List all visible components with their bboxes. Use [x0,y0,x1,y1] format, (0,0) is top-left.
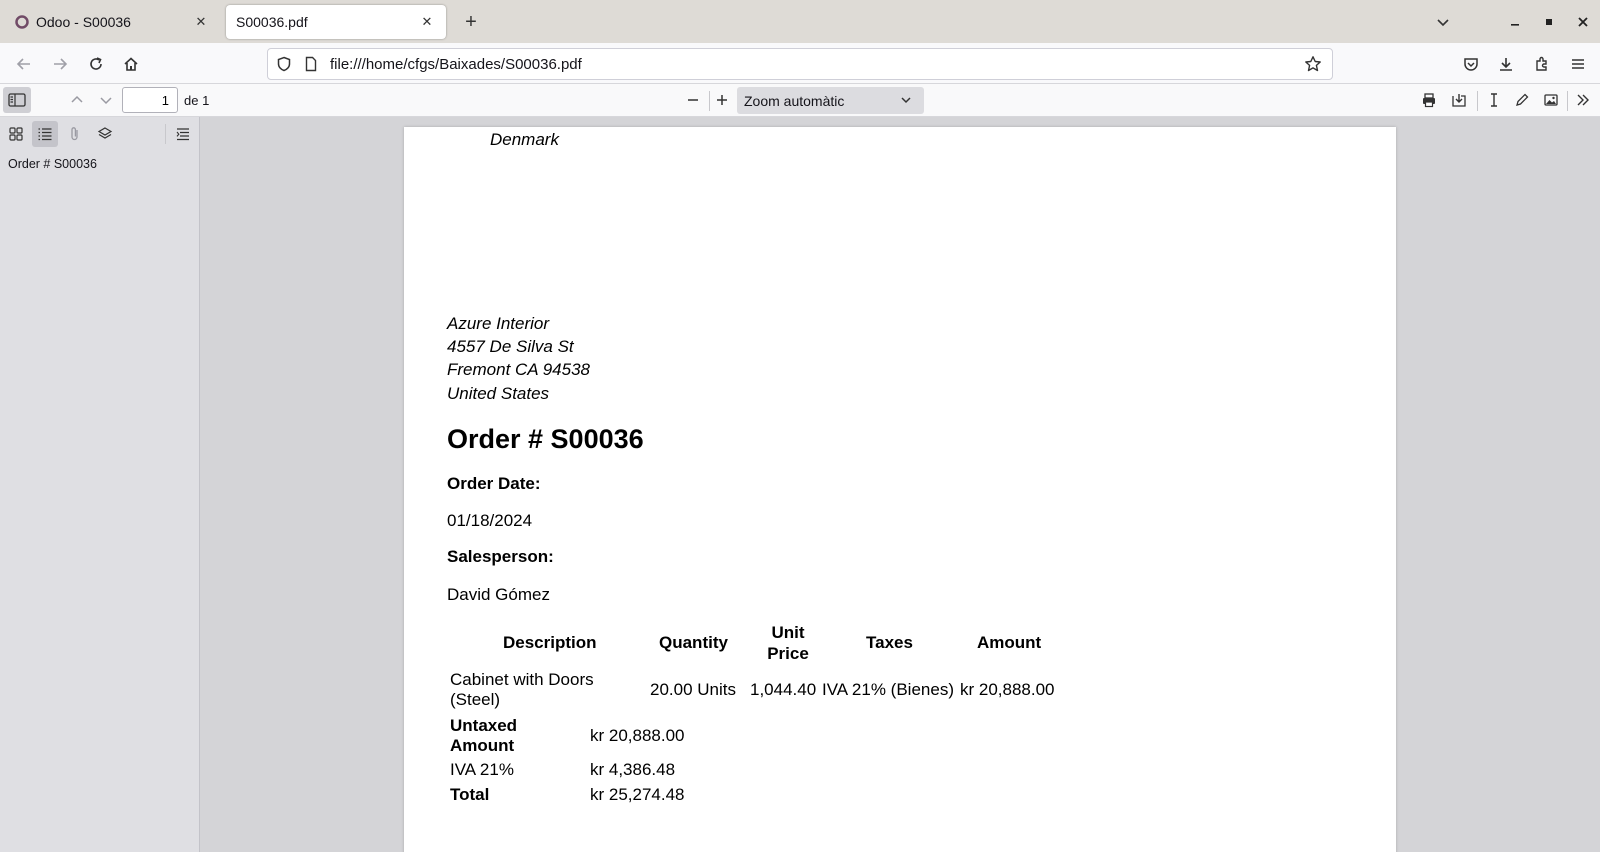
thumbnails-icon[interactable] [3,121,29,147]
pdf-page: Denmark Azure Interior 4557 De Silva St … [404,127,1396,852]
odoo-favicon-icon [14,14,30,30]
tab-title: S00036.pdf [236,14,308,30]
add-image-icon[interactable] [1538,87,1564,113]
header-taxes: Taxes [866,633,913,652]
header-quantity: Quantity [659,633,728,652]
row-description-line1: Cabinet with Doors [450,670,594,689]
outline-icon[interactable] [32,121,58,147]
url-bar[interactable]: file:///home/cfgs/Baixades/S00036.pdf [267,48,1333,80]
forward-arrow-icon[interactable] [46,50,74,78]
row-quantity: 20.00 Units [650,680,736,699]
zoom-select[interactable]: Zoom automàtic [737,87,924,114]
home-icon[interactable] [117,50,145,78]
page-number-input[interactable] [122,87,178,113]
save-download-icon[interactable] [1446,87,1472,113]
new-tab-button[interactable]: + [458,9,484,35]
page-icon [303,56,319,75]
customer-city: Fremont CA 94538 [447,360,590,379]
salesperson-label: Salesperson: [447,547,554,566]
company-country: Denmark [490,130,559,149]
order-date-value: 01/18/2024 [447,511,533,530]
minimize-icon[interactable] [1502,9,1528,35]
more-tools-icon[interactable] [1570,87,1596,113]
chevron-down-icon [900,93,912,109]
header-amount: Amount [977,633,1042,652]
tab-pdf[interactable]: S00036.pdf ✕ [226,5,446,39]
close-tab-icon[interactable]: ✕ [192,13,210,31]
zoom-in-icon[interactable] [709,87,735,113]
total-label: Total [450,785,490,804]
current-outline-item-icon[interactable] [170,121,196,147]
page-count-label: de 1 [184,93,210,108]
pocket-icon[interactable] [1457,50,1485,78]
header-unit-price-2: Price [767,644,809,663]
tab-strip: Odoo - S00036 ✕ S00036.pdf ✕ + [0,0,1600,43]
attachments-icon[interactable] [62,121,88,147]
untaxed-label-2: Amount [450,736,515,755]
row-unit-price: 1,044.40 [750,680,817,699]
shield-icon[interactable] [276,56,292,75]
sidebar-tools [0,117,199,151]
customer-street: 4557 De Silva St [447,337,574,356]
navigation-bar: file:///home/cfgs/Baixades/S00036.pdf [0,43,1600,84]
untaxed-label-1: Untaxed [450,716,518,735]
close-window-icon[interactable] [1570,9,1596,35]
menu-icon[interactable] [1564,50,1592,78]
customer-name: Azure Interior [447,314,550,333]
row-taxes: IVA 21% (Bienes) [822,680,954,699]
bookmark-star-icon[interactable] [1304,55,1322,76]
customer-country: United States [447,384,550,403]
previous-page-icon[interactable] [64,87,90,113]
order-date-label: Order Date: [447,474,541,493]
row-description-line2: (Steel) [450,690,501,709]
total-value: kr 25,274.48 [590,785,685,804]
pdf-toolbar: de 1 Zoom automàtic [0,84,1600,117]
sidebar-toggle-icon[interactable] [3,87,31,113]
next-page-icon[interactable] [93,87,119,113]
zoom-value: Zoom automàtic [744,92,845,109]
text-cursor-icon[interactable] [1481,87,1507,113]
close-tab-icon[interactable]: ✕ [418,13,436,31]
list-all-tabs-icon[interactable] [1430,9,1456,35]
print-icon[interactable] [1416,87,1442,113]
draw-pencil-icon[interactable] [1509,87,1535,113]
pdf-sidebar: Order # S00036 [0,117,200,852]
layers-icon[interactable] [92,121,118,147]
untaxed-value: kr 20,888.00 [590,726,685,745]
extensions-icon[interactable] [1528,50,1556,78]
order-title: Order # S00036 [447,424,644,454]
tax-label: IVA 21% [450,760,514,779]
tax-value: kr 4,386.48 [590,760,676,779]
reload-icon[interactable] [82,50,110,78]
header-unit-price-1: Unit [771,623,805,642]
maximize-icon[interactable] [1536,9,1562,35]
salesperson-value: David Gómez [447,585,550,604]
pdf-viewer: Denmark Azure Interior 4557 De Silva St … [200,117,1600,852]
downloads-icon[interactable] [1492,50,1520,78]
tab-odoo[interactable]: Odoo - S00036 ✕ [4,5,220,39]
tab-title: Odoo - S00036 [36,14,131,30]
header-description: Description [503,633,597,652]
zoom-out-icon[interactable] [680,87,706,113]
outline-item[interactable]: Order # S00036 [8,157,97,171]
url-text: file:///home/cfgs/Baixades/S00036.pdf [330,56,582,73]
row-amount: kr 20,888.00 [960,680,1055,699]
back-arrow-icon[interactable] [10,50,38,78]
